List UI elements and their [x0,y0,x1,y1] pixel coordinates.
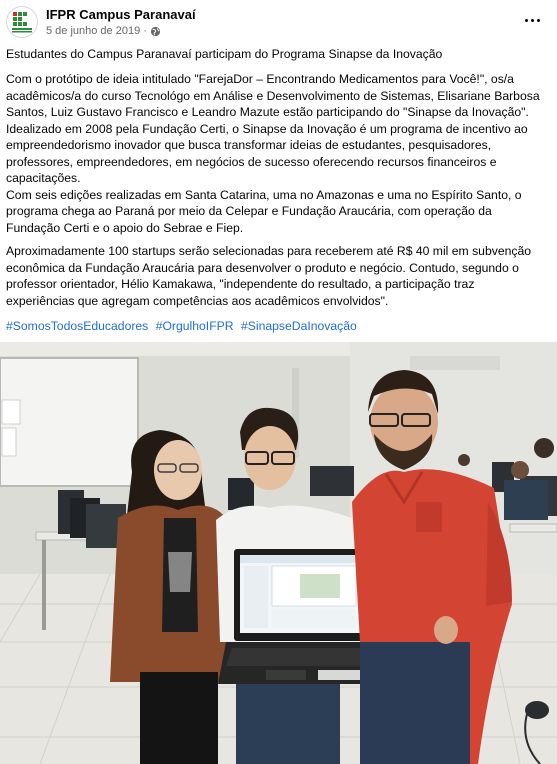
text-line: professor orientador, Hélio Kamakawa, "i… [6,277,475,291]
more-options-icon[interactable] [521,12,543,28]
post-meta: 5 de junho de 2019 · [46,25,161,37]
hashtag-link[interactable]: #SomosTodosEducadores [6,319,148,333]
post-title: Estudantes do Campus Paranavaí participa… [6,47,443,61]
text-line: capacitações. [6,171,81,185]
text-line: empreendedorismo inovador que busca tran… [6,138,492,152]
text-line: econômica da Fundação Araucária para des… [6,260,519,275]
post-paragraph-2: Aproximadamente 100 startups serão selec… [6,243,546,309]
meta-separator: · [143,25,147,37]
text-line: Idealizado em 2008 pela Fundação Certi, … [6,121,528,136]
hashtag-row: #SomosTodosEducadores #OrgulhoIFPR #Sina… [6,318,361,335]
text-line: professores, empreendedores, em negócios… [6,154,497,169]
text-line: programa chega ao Paraná por meio da Cel… [6,204,492,218]
text-line: Com seis edições realizadas em Santa Cat… [6,187,522,202]
text-line: Santos, Luiz Gustavo Francisco e Leandro… [6,105,529,119]
globe-icon [150,26,160,36]
text-line: Fundação Certi e o apoio do Sebrae e Fie… [6,220,244,235]
hashtag-link[interactable]: #SinapseDaInovação [241,319,357,333]
post-paragraph-1: Com o protótipo de ideia intitulado "Far… [6,71,546,236]
text-line: acadêmicos/a do curso Tecnológo em Análi… [6,88,540,103]
post-header: IFPR Campus Paranavaí 5 de junho de 2019… [0,0,557,44]
page-avatar[interactable] [6,6,38,38]
page-name-link[interactable]: IFPR Campus Paranavaí [46,7,196,22]
text-line: Aproximadamente 100 startups serão selec… [6,244,532,258]
hashtag-link[interactable]: #OrgulhoIFPR [156,319,234,333]
post-date[interactable]: 5 de junho de 2019 [46,25,140,37]
text-line: Com o protótipo de ideia intitulado "Far… [6,72,514,86]
ifpr-logo-icon [12,12,32,33]
post-photo[interactable] [0,342,557,764]
photo-illustration [0,342,557,764]
text-line: experiências que agregam competências ao… [6,293,389,308]
